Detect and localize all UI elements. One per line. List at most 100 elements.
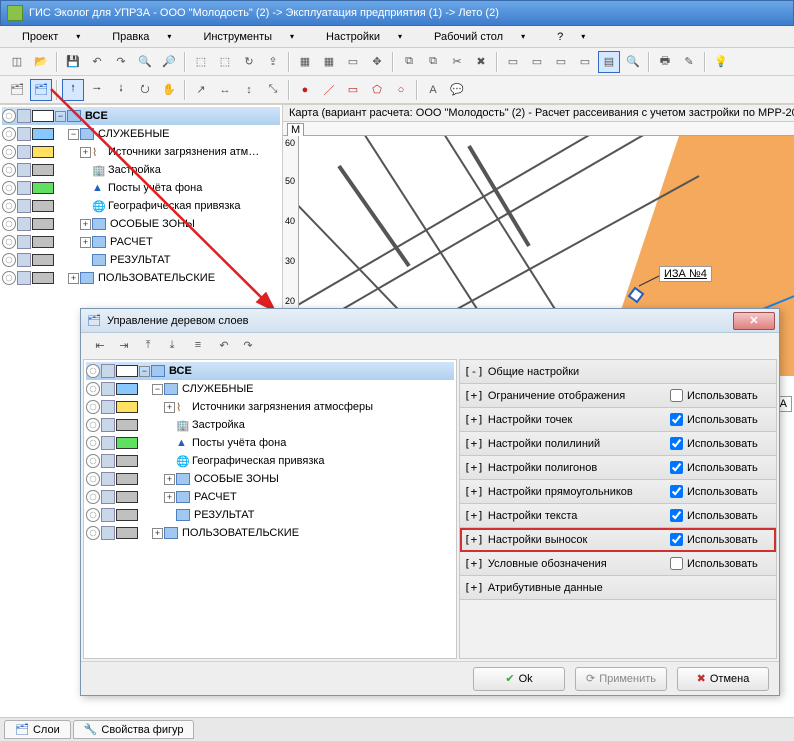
dlg-tree-root[interactable]: − ВСЕ (86, 362, 454, 380)
expand-icon[interactable]: + (164, 402, 175, 413)
expand-icon[interactable]: [+] (464, 557, 484, 570)
draw-pointer-icon[interactable]: ⭫ (62, 79, 84, 101)
style-swatch[interactable] (116, 473, 138, 485)
tree-root[interactable]: − ВСЕ (2, 107, 280, 125)
dlg-tool-4-icon[interactable]: ⤓ (161, 334, 183, 356)
tree-geo[interactable]: 🌐 Географическая привязка (2, 197, 280, 215)
expand-icon[interactable]: + (68, 273, 79, 284)
tool-paste-icon[interactable]: ⧉ (422, 51, 444, 73)
tool-refresh-icon[interactable]: ↻ (238, 51, 260, 73)
tool-table-icon[interactable]: ▦ (294, 51, 316, 73)
style-swatch[interactable] (32, 272, 54, 284)
draw-l2-icon[interactable]: ↔ (214, 79, 236, 101)
settings-row-3[interactable]: [+]Настройки полилинийИспользовать (460, 432, 776, 456)
settings-row-2[interactable]: [+]Настройки точекИспользовать (460, 408, 776, 432)
dlg-tree-posts[interactable]: ▲ Посты учёта фона (86, 434, 454, 452)
eye-icon[interactable] (2, 271, 16, 285)
settings-row-7[interactable]: [+]Настройки выносокИспользовать (460, 528, 776, 552)
draw-text-icon[interactable]: A (422, 79, 444, 101)
dlg-tree-sources[interactable]: + ⌇ Источники загрязнения атмосферы (86, 398, 454, 416)
tool-opt1-icon[interactable]: ▭ (502, 51, 524, 73)
eye-icon[interactable] (2, 163, 16, 177)
tool-layer-del-icon[interactable]: ⬚ (214, 51, 236, 73)
settings-row-4[interactable]: [+]Настройки полигоновИспользовать (460, 456, 776, 480)
tool-print-icon[interactable]: 🖶 (654, 51, 676, 73)
eye-icon[interactable] (86, 400, 100, 414)
expand-icon[interactable]: [+] (464, 389, 484, 402)
draw-hand-icon[interactable]: ✋ (158, 79, 180, 101)
collapse-icon[interactable]: − (55, 111, 66, 122)
tree-zones[interactable]: + ОСОБЫЕ ЗОНЫ (2, 215, 280, 233)
tool-save-icon[interactable]: 💾 (62, 51, 84, 73)
tree-calc[interactable]: + РАСЧЕТ (2, 233, 280, 251)
draw-l3-icon[interactable]: ↕ (238, 79, 260, 101)
eye-icon[interactable] (2, 235, 16, 249)
tool-opt4-icon[interactable]: ▭ (574, 51, 596, 73)
settings-row-0[interactable]: [-]Общие настройки (460, 360, 776, 384)
use-checkbox[interactable] (670, 485, 683, 498)
tool-mark-icon[interactable]: ✎ (678, 51, 700, 73)
expand-icon[interactable]: + (164, 474, 175, 485)
style-swatch[interactable] (32, 182, 54, 194)
draw-rect-icon[interactable]: ▭ (342, 79, 364, 101)
tree-posts[interactable]: ▲ Посты учёта фона (2, 179, 280, 197)
expand-icon[interactable]: + (80, 219, 91, 230)
tree-user[interactable]: + ПОЛЬЗОВАТЕЛЬСКИЕ (2, 269, 280, 287)
style-swatch[interactable] (32, 236, 54, 248)
style-swatch[interactable] (32, 200, 54, 212)
printer-icon[interactable] (17, 163, 31, 177)
printer-icon[interactable] (17, 181, 31, 195)
tool-layer-add-icon[interactable]: ⬚ (190, 51, 212, 73)
tool-open-icon[interactable]: 📂 (30, 51, 52, 73)
tree-build[interactable]: 🏢 Застройка (2, 161, 280, 179)
printer-icon[interactable] (101, 454, 115, 468)
printer-icon[interactable] (17, 145, 31, 159)
settings-row-6[interactable]: [+]Настройки текстаИспользовать (460, 504, 776, 528)
use-checkbox[interactable] (670, 557, 683, 570)
draw-callout-icon[interactable]: 💬 (446, 79, 468, 101)
eye-icon[interactable] (86, 436, 100, 450)
tool-export-icon[interactable]: ⇪ (262, 51, 284, 73)
tool-cut-icon[interactable]: ✂ (446, 51, 468, 73)
style-swatch[interactable] (116, 455, 138, 467)
draw-edit-icon[interactable]: ⭬ (86, 79, 108, 101)
style-swatch[interactable] (116, 527, 138, 539)
apply-button[interactable]: ⟳Применить (575, 667, 667, 691)
printer-icon[interactable] (17, 235, 31, 249)
close-button[interactable]: ✕ (733, 312, 775, 330)
printer-icon[interactable] (101, 490, 115, 504)
printer-icon[interactable] (17, 271, 31, 285)
style-swatch[interactable] (32, 218, 54, 230)
draw-multi-icon[interactable]: ⭮ (134, 79, 156, 101)
draw-circ-icon[interactable]: ○ (390, 79, 412, 101)
tool-select-icon[interactable]: ▭ (342, 51, 364, 73)
draw-layer2-icon[interactable]: 🗂 (30, 79, 52, 101)
expand-icon[interactable]: [-] (464, 365, 484, 378)
expand-icon[interactable]: + (152, 528, 163, 539)
draw-l4-icon[interactable]: ⤡ (262, 79, 284, 101)
printer-icon[interactable] (17, 217, 31, 231)
eye-icon[interactable] (86, 490, 100, 504)
eye-icon[interactable] (86, 508, 100, 522)
eye-icon[interactable] (2, 199, 16, 213)
style-swatch[interactable] (116, 365, 138, 377)
printer-icon[interactable] (17, 253, 31, 267)
ok-button[interactable]: ✔Ok (473, 667, 565, 691)
use-checkbox[interactable] (670, 389, 683, 402)
printer-icon[interactable] (101, 436, 115, 450)
dlg-tool-3-icon[interactable]: ⤒ (137, 334, 159, 356)
tool-zoomin-icon[interactable]: 🔍 (134, 51, 156, 73)
settings-row-1[interactable]: [+]Ограничение отображенияИспользовать (460, 384, 776, 408)
tool-opt3-icon[interactable]: ▭ (550, 51, 572, 73)
eye-icon[interactable] (2, 217, 16, 231)
draw-l1-icon[interactable]: ↗ (190, 79, 212, 101)
collapse-icon[interactable]: − (152, 384, 163, 395)
expand-icon[interactable]: + (80, 147, 91, 158)
tool-pan-icon[interactable]: ✥ (366, 51, 388, 73)
printer-icon[interactable] (101, 418, 115, 432)
eye-icon[interactable] (86, 418, 100, 432)
expand-icon[interactable]: [+] (464, 533, 484, 546)
printer-icon[interactable] (17, 199, 31, 213)
dlg-redo-icon[interactable]: ↷ (237, 334, 259, 356)
use-checkbox[interactable] (670, 533, 683, 546)
